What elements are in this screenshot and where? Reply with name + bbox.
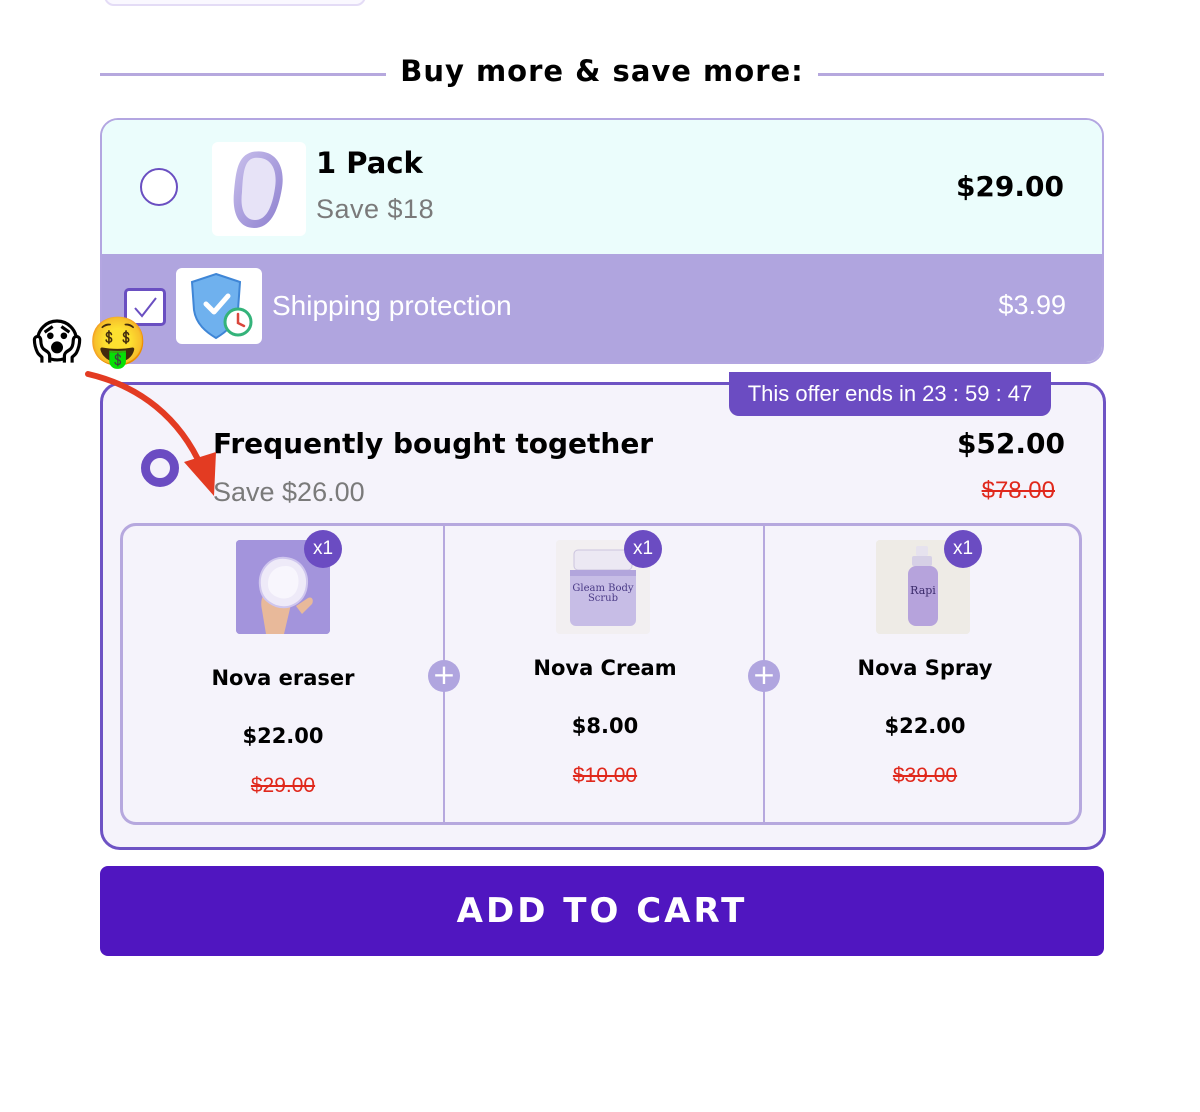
qty-badge: x1 [944,530,982,568]
shipping-protection-label: Shipping protection [272,290,512,321]
heading-divider-right [818,73,1104,76]
bundle-product-nova-spray[interactable]: Rapi x1 Nova Spray $22.00 $39.00 [765,526,1085,822]
offer-bundle-original-price: $78.00 [981,477,1055,504]
offer-single-title: 1 Pack [316,146,423,180]
offer-countdown-timer: This offer ends in 23 : 59 : 47 [729,372,1051,416]
money-mouth-emoji: 🤑 [88,314,148,370]
product-original-price: $29.00 [250,774,316,797]
bundle-product-nova-cream[interactable]: Gleam Body Scrub x1 Nova Cream $8.00 $10… [445,526,765,822]
qty-badge: x1 [624,530,662,568]
qty-badge: x1 [304,530,342,568]
offer-single-pack[interactable]: 1 Pack Save $18 $29.00 Shipping protecti… [100,118,1104,364]
scream-emoji: 😱 [32,314,83,370]
offer-single-main[interactable]: 1 Pack Save $18 $29.00 [102,120,1102,254]
shipping-protection-row[interactable]: Shipping protection $3.99 [102,254,1102,362]
offer-single-radio[interactable] [140,168,178,206]
offer-bundle-price: $52.00 [956,427,1065,460]
previous-element-edge [104,0,366,6]
product-price: $22.00 [884,714,966,738]
offer-single-price: $29.00 [955,170,1064,203]
spray-bottle-label: Rapi [910,584,936,597]
offer-heading: Buy more & save more: [100,50,1104,98]
eraser-stone-icon [233,151,283,228]
offer-bundle-savings: Save $26.00 [213,477,365,507]
product-name: Nova Cream [533,656,677,680]
heading-divider-left [100,73,386,76]
shipping-protection-price: $3.99 [998,290,1066,320]
shipping-protection-image [176,268,262,344]
product-price: $22.00 [242,724,324,748]
single-pack-thumbnail [212,142,306,236]
bundle-product-nova-eraser[interactable]: x1 Nova eraser $22.00 $29.00 [123,526,443,822]
offer-heading-text: Buy more & save more: [400,54,804,88]
add-to-cart-button[interactable]: ADD TO CART [100,866,1104,956]
product-original-price: $39.00 [892,764,958,787]
shield-clock-icon [190,272,253,340]
product-price: $8.00 [571,714,639,738]
product-name: Nova eraser [211,666,355,690]
cream-jar-label: Gleam Body Scrub [572,583,634,604]
offer-bundle[interactable]: This offer ends in 23 : 59 : 47 Frequent… [100,372,1106,850]
annotation-arrow-icon [85,371,216,496]
offer-bundle-title: Frequently bought together [213,427,654,460]
offer-single-savings: Save $18 [316,194,435,224]
product-name: Nova Spray [857,656,993,680]
product-original-price: $10.00 [572,764,638,787]
bundle-products: x1 Nova eraser $22.00 $29.00 + Gleam Bod… [120,523,1082,825]
